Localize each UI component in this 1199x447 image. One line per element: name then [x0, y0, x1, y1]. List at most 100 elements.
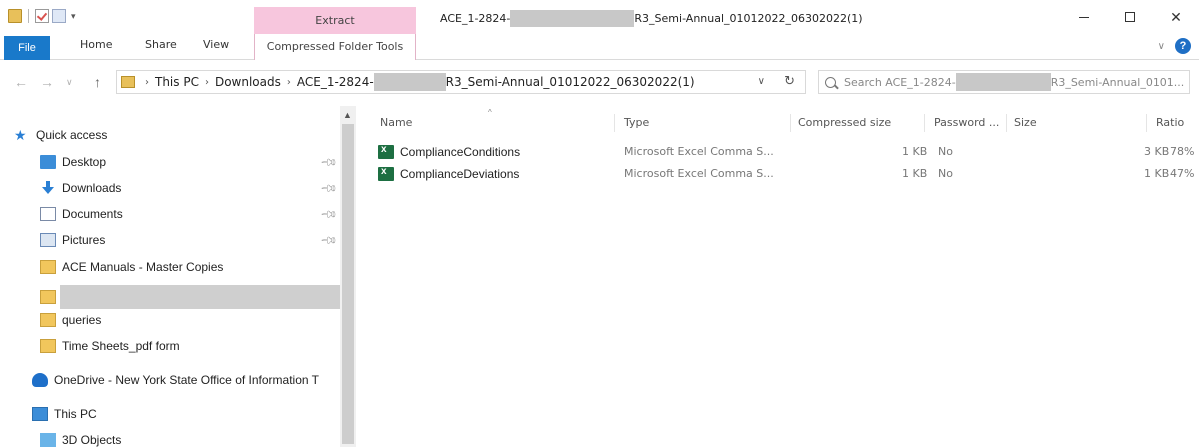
nav-item-pictures[interactable]: Pictures [40, 229, 105, 251]
nav-item-documents[interactable]: Documents [40, 203, 123, 225]
documents-icon [40, 207, 56, 221]
file-type: Microsoft Excel Comma S... [624, 145, 774, 158]
pin-icon[interactable]: 📌︎ [319, 231, 338, 250]
nav-label: Desktop [62, 155, 107, 169]
file-name: ComplianceConditions [400, 145, 521, 159]
recent-locations-icon[interactable]: ∨ [66, 77, 73, 88]
computer-icon [32, 407, 48, 421]
column-header-password[interactable]: Password ... [934, 116, 999, 129]
desktop-icon [40, 155, 56, 169]
pin-icon[interactable]: 📌︎ [319, 153, 338, 172]
window-title-prefix: ACE_1-2824- [440, 12, 511, 25]
table-row[interactable]: ComplianceDeviations Microsoft Excel Com… [374, 164, 1194, 186]
breadcrumb-folder-suffix[interactable]: R3_Semi-Annual_01012022_06302022(1) [446, 75, 695, 89]
column-header-compressed-size[interactable]: Compressed size [798, 116, 891, 129]
nav-label: This PC [54, 407, 97, 421]
star-icon: ★ [14, 127, 27, 143]
redacted-block [373, 73, 446, 91]
folder-icon [40, 339, 56, 353]
nav-label: queries [62, 313, 102, 327]
close-button[interactable]: ✕ [1153, 0, 1199, 34]
breadcrumb-this-pc[interactable]: This PC [155, 75, 199, 89]
table-row[interactable]: ComplianceConditions Microsoft Excel Com… [374, 142, 1194, 164]
close-icon: ✕ [1170, 8, 1182, 25]
address-dropdown-icon[interactable]: ∨ [758, 76, 765, 87]
column-header-type[interactable]: Type [624, 116, 649, 129]
checkmark-icon[interactable] [35, 9, 49, 23]
folder-icon [40, 313, 56, 327]
nav-scrollbar[interactable]: ▲ [340, 106, 356, 447]
file-list: ^ Name Type Compressed size Password ...… [358, 106, 1199, 447]
folder-icon [121, 76, 135, 88]
file-ratio: 47% [1170, 167, 1195, 180]
file-size: 3 KB [1144, 145, 1170, 158]
address-row: ← → ∨ ↑ › This PC › Downloads › ACE_1-28… [0, 62, 1199, 102]
separator [28, 9, 29, 23]
nav-item-desktop[interactable]: Desktop [40, 151, 106, 173]
column-divider[interactable] [924, 114, 925, 132]
tab-share[interactable]: Share [145, 38, 177, 51]
quick-access-toolbar: ▾ [8, 9, 76, 23]
nav-item-time-sheets[interactable]: Time Sheets_pdf form [40, 335, 180, 357]
file-compressed-size: 1 KB [902, 167, 928, 180]
column-header-name[interactable]: Name [380, 116, 412, 129]
column-header-size[interactable]: Size [1014, 116, 1037, 129]
column-divider[interactable] [790, 114, 791, 132]
tab-view[interactable]: View [203, 38, 229, 51]
file-password: No [938, 145, 953, 158]
column-header-ratio[interactable]: Ratio [1156, 116, 1184, 129]
column-divider[interactable] [1146, 114, 1147, 132]
nav-3d-objects[interactable]: 3D Objects [40, 429, 121, 447]
chevron-right-icon: › [145, 76, 149, 88]
breadcrumb-folder-prefix[interactable]: ACE_1-2824- [297, 75, 374, 89]
file-type: Microsoft Excel Comma S... [624, 167, 774, 180]
maximize-icon [1125, 12, 1135, 22]
file-compressed-size: 1 KB [902, 145, 928, 158]
tab-file[interactable]: File [4, 36, 50, 60]
maximize-button[interactable] [1107, 0, 1153, 34]
ribbon-tabs: File Home Share View Compressed Folder T… [0, 34, 1199, 60]
properties-icon[interactable] [52, 9, 66, 23]
nav-quick-access[interactable]: ★ Quick access [14, 124, 107, 146]
nav-label: ACE Manuals - Master Copies [62, 260, 224, 274]
file-name: ComplianceDeviations [400, 167, 520, 181]
nav-item-queries[interactable]: queries [40, 309, 101, 331]
column-divider[interactable] [614, 114, 615, 132]
nav-this-pc[interactable]: This PC [32, 403, 97, 425]
help-icon[interactable]: ? [1175, 38, 1191, 54]
excel-file-icon [378, 166, 394, 181]
search-placeholder-suffix: R3_Semi-Annual_0101... [1050, 75, 1185, 89]
up-arrow-icon[interactable]: ↑ [94, 74, 101, 90]
nav-item-ace-manuals[interactable]: ACE Manuals - Master Copies [40, 256, 223, 278]
folder-icon [40, 260, 56, 274]
pin-icon[interactable]: 📌︎ [319, 205, 338, 224]
expand-ribbon-icon[interactable]: ∨ [1158, 41, 1165, 52]
minimize-button[interactable] [1061, 0, 1107, 34]
extract-tab[interactable]: Extract [254, 7, 416, 34]
file-size: 1 KB [1144, 167, 1170, 180]
pin-icon[interactable]: 📌︎ [319, 179, 338, 198]
forward-arrow-icon[interactable]: → [40, 74, 54, 90]
address-bar[interactable]: › This PC › Downloads › ACE_1-2824- R3_S… [116, 70, 806, 94]
column-divider[interactable] [1006, 114, 1007, 132]
search-box[interactable]: Search ACE_1-2824- R3_Semi-Annual_0101..… [818, 70, 1190, 94]
window-title-suffix: R3_Semi-Annual_01012022_06302022(1) [634, 12, 863, 25]
search-icon [825, 76, 836, 88]
refresh-icon[interactable]: ↻ [784, 74, 795, 89]
scrollbar-thumb[interactable] [342, 124, 354, 444]
tab-compressed-folder-tools[interactable]: Compressed Folder Tools [254, 34, 416, 60]
breadcrumb-downloads[interactable]: Downloads [215, 75, 281, 89]
3d-objects-icon [40, 433, 56, 447]
nav-label: Quick access [36, 128, 108, 142]
back-arrow-icon[interactable]: ← [14, 74, 28, 90]
customize-toolbar-dropdown[interactable]: ▾ [71, 11, 76, 22]
cloud-icon [32, 373, 48, 387]
tab-home[interactable]: Home [80, 38, 112, 51]
nav-onedrive[interactable]: OneDrive - New York State Office of Info… [32, 369, 319, 391]
folder-icon [40, 290, 56, 304]
nav-label: Pictures [62, 233, 106, 247]
scroll-up-icon[interactable]: ▲ [343, 110, 352, 120]
nav-item-downloads[interactable]: Downloads [40, 177, 121, 199]
minimize-icon [1079, 16, 1089, 18]
nav-item-redacted-folder[interactable] [40, 286, 62, 308]
